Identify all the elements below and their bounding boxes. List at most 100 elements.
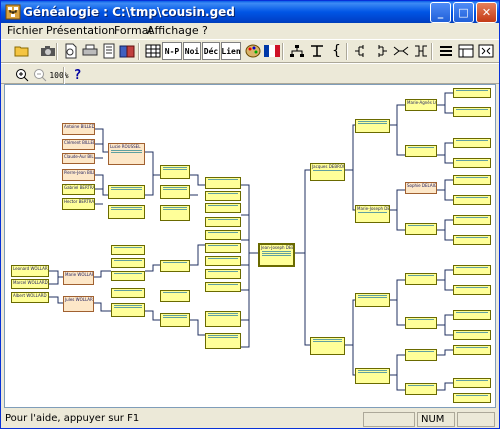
detail-view-icon[interactable] bbox=[456, 42, 475, 60]
person-box[interactable] bbox=[453, 88, 491, 98]
person-box[interactable] bbox=[111, 303, 145, 317]
person-box[interactable] bbox=[405, 145, 437, 157]
person-box[interactable] bbox=[160, 313, 190, 327]
person-box[interactable] bbox=[453, 158, 491, 168]
zoom-in-icon[interactable] bbox=[12, 66, 31, 84]
person-box[interactable] bbox=[111, 288, 145, 298]
person-box[interactable] bbox=[310, 337, 345, 355]
person-box[interactable] bbox=[205, 282, 241, 292]
person-box[interactable] bbox=[205, 203, 241, 213]
tree-collapse-icon[interactable] bbox=[411, 42, 430, 60]
view-dec-button[interactable]: Déc bbox=[202, 42, 220, 60]
maximize-button[interactable]: □ bbox=[453, 2, 474, 23]
menu-affichage[interactable]: Affichage bbox=[147, 24, 199, 37]
palette-icon[interactable] bbox=[243, 42, 262, 60]
close-button[interactable]: ✕ bbox=[476, 2, 497, 23]
person-box[interactable] bbox=[205, 311, 241, 327]
person-box[interactable] bbox=[111, 245, 145, 255]
align-icon[interactable] bbox=[307, 42, 326, 60]
menu-presentation[interactable]: Présentation bbox=[46, 24, 115, 37]
person-box[interactable] bbox=[160, 165, 190, 179]
person-box[interactable] bbox=[405, 317, 437, 329]
person-box[interactable]: Jacques DEBROUSSE bbox=[310, 163, 345, 181]
person-box[interactable] bbox=[453, 138, 491, 148]
person-box[interactable] bbox=[160, 185, 190, 199]
person-box[interactable] bbox=[160, 260, 190, 272]
person-box[interactable] bbox=[205, 217, 241, 227]
person-box[interactable] bbox=[355, 119, 390, 133]
person-box[interactable] bbox=[453, 235, 491, 245]
person-box[interactable] bbox=[108, 205, 145, 219]
person-box[interactable]: Marcel WOLLARD bbox=[11, 279, 49, 289]
person-box[interactable]: Hector BERTRAND bbox=[62, 198, 95, 210]
zoom-100-button[interactable]: 100% bbox=[48, 66, 70, 84]
tree-left-icon[interactable] bbox=[371, 42, 390, 60]
org-chart-icon[interactable] bbox=[287, 42, 306, 60]
person-box[interactable] bbox=[453, 393, 491, 403]
person-box[interactable] bbox=[205, 191, 241, 201]
page-setup-icon[interactable] bbox=[99, 42, 118, 60]
title-bar[interactable]: Généalogie : C:\tmp\cousin.ged _ □ ✕ bbox=[1, 1, 499, 23]
person-box[interactable] bbox=[160, 290, 190, 302]
person-box[interactable]: Antoine BILLEDE bbox=[62, 123, 95, 135]
tree-right-icon[interactable] bbox=[351, 42, 370, 60]
person-box[interactable] bbox=[453, 285, 491, 295]
person-box[interactable]: Gabriel BERTRAND bbox=[62, 184, 95, 195]
person-box[interactable] bbox=[453, 215, 491, 225]
print-icon[interactable] bbox=[80, 42, 99, 60]
book-icon[interactable] bbox=[117, 42, 136, 60]
tree-both-icon[interactable] bbox=[391, 42, 410, 60]
person-box[interactable] bbox=[453, 330, 491, 340]
person-box[interactable] bbox=[453, 195, 491, 205]
person-box[interactable] bbox=[453, 107, 491, 117]
person-box[interactable] bbox=[453, 175, 491, 185]
family-tree-canvas[interactable]: Leonard WOLLARD Marcel WOLLARD Albert WO… bbox=[4, 84, 496, 408]
person-box[interactable]: Albert WOLLARD bbox=[11, 292, 49, 303]
menu-help[interactable]: ? bbox=[202, 24, 208, 37]
person-box[interactable] bbox=[453, 265, 491, 275]
brace-icon[interactable]: { bbox=[327, 42, 346, 60]
view-lien-button[interactable]: Lien bbox=[221, 42, 241, 60]
person-box[interactable]: Jules WOLLARD bbox=[63, 296, 94, 312]
person-box[interactable]: Marie WOLLARD bbox=[63, 271, 94, 285]
person-box[interactable] bbox=[205, 333, 241, 349]
person-box[interactable] bbox=[453, 378, 491, 388]
person-box[interactable]: Sophie DELAIGRE bbox=[405, 182, 437, 194]
person-box[interactable]: Leonard WOLLARD bbox=[11, 265, 49, 277]
person-box[interactable] bbox=[405, 223, 437, 235]
root-person-box[interactable]: Jean-Joseph DEBROUSSE bbox=[258, 243, 295, 267]
person-box[interactable] bbox=[453, 345, 491, 355]
person-box[interactable] bbox=[160, 205, 190, 221]
person-box[interactable]: Pierre-Jean BILLEDE bbox=[62, 169, 95, 181]
person-box[interactable] bbox=[205, 177, 241, 189]
person-box[interactable] bbox=[205, 269, 241, 279]
print-preview-icon[interactable] bbox=[61, 42, 80, 60]
help-button[interactable]: ? bbox=[68, 66, 87, 84]
fit-view-icon[interactable] bbox=[476, 42, 495, 60]
grid-view-icon[interactable] bbox=[143, 42, 162, 60]
camera-icon[interactable] bbox=[38, 42, 57, 60]
person-box[interactable]: Marie-Joseph DEBROUSSE bbox=[355, 205, 390, 223]
person-box[interactable] bbox=[453, 310, 491, 320]
person-box[interactable] bbox=[405, 349, 437, 361]
person-box[interactable] bbox=[205, 230, 241, 240]
person-box[interactable]: Clément BILLEDE bbox=[62, 139, 95, 150]
view-noi-button[interactable]: Noi bbox=[183, 42, 201, 60]
french-flag-icon[interactable] bbox=[262, 42, 281, 60]
open-folder-icon[interactable] bbox=[12, 42, 31, 60]
person-box[interactable] bbox=[111, 271, 145, 281]
person-box[interactable] bbox=[205, 243, 241, 253]
person-box[interactable] bbox=[111, 258, 145, 268]
person-box[interactable] bbox=[355, 293, 390, 307]
person-box[interactable] bbox=[205, 256, 241, 266]
zoom-out-icon[interactable] bbox=[30, 66, 49, 84]
minimize-button[interactable]: _ bbox=[430, 2, 451, 23]
person-box[interactable]: Claude-Aur BILLEDE bbox=[62, 153, 95, 164]
list-view-icon[interactable] bbox=[436, 42, 455, 60]
view-np-button[interactable]: N-P bbox=[162, 42, 182, 60]
person-box[interactable] bbox=[405, 273, 437, 285]
person-box[interactable] bbox=[405, 383, 437, 395]
person-box[interactable]: Marie-Agnès LOUISE bbox=[405, 99, 437, 111]
person-box[interactable] bbox=[108, 185, 145, 199]
person-box[interactable]: Lucie ROUSSEL bbox=[108, 143, 145, 165]
